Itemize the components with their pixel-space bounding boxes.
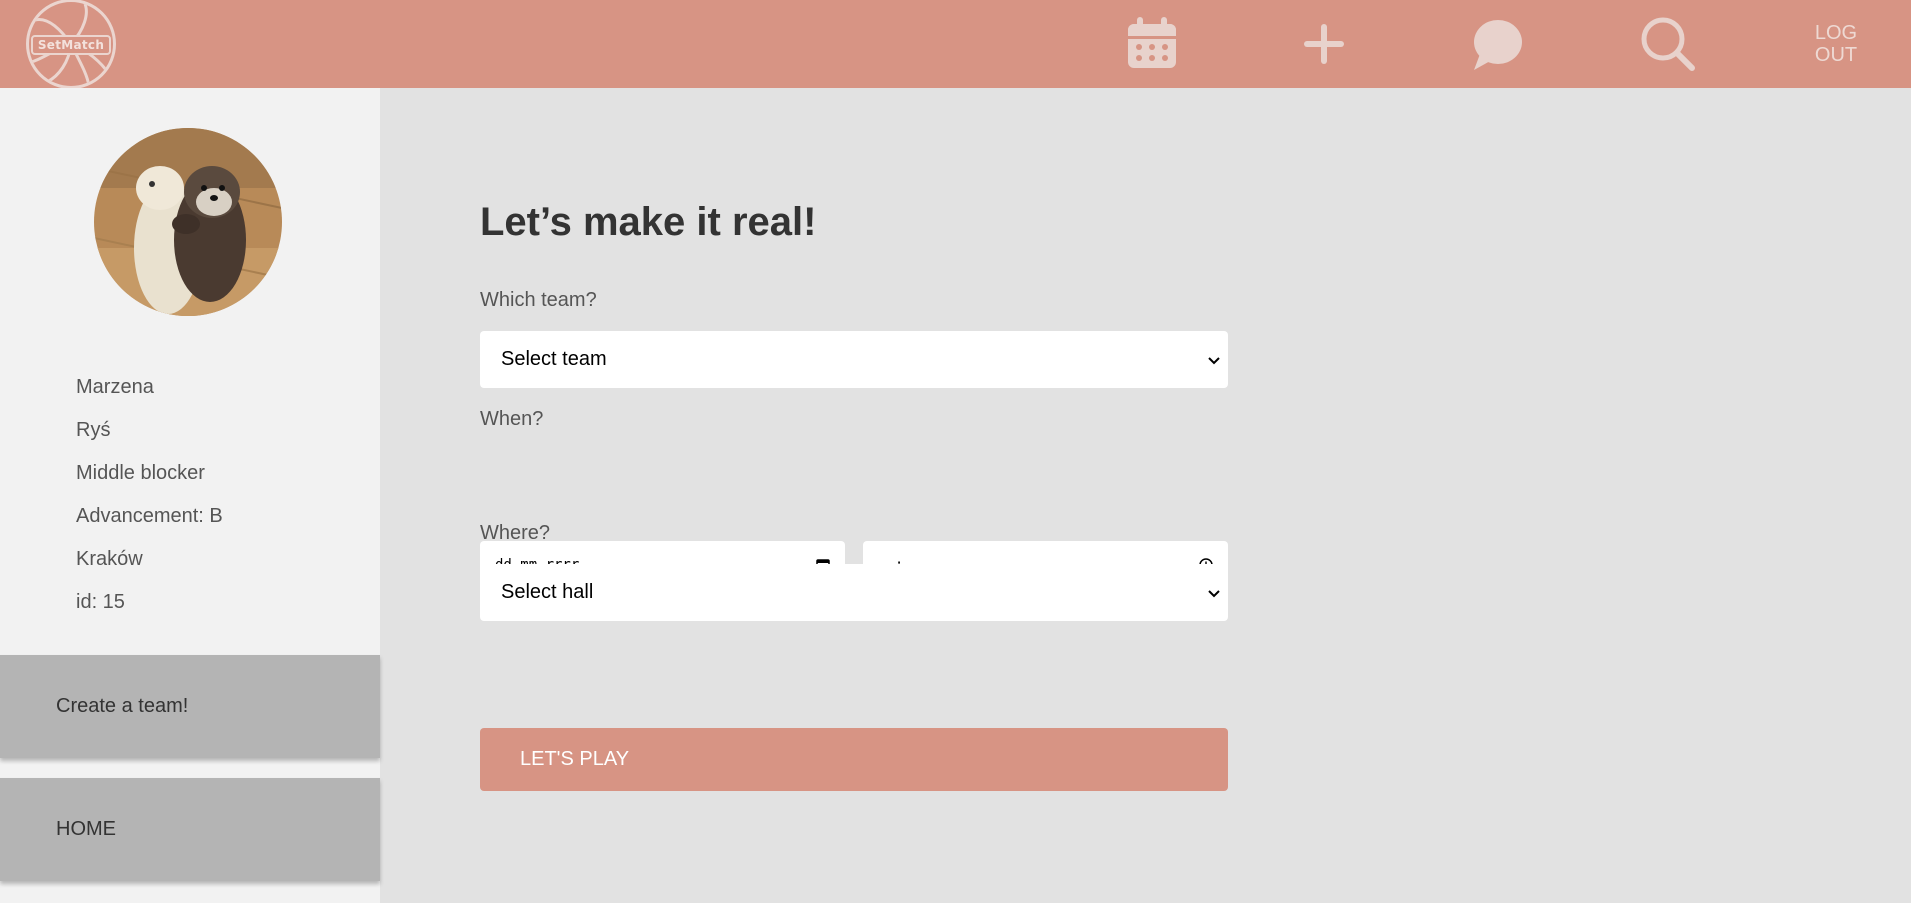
calendar-icon[interactable] — [1122, 14, 1182, 74]
logout-label-line1: LOG — [1814, 22, 1858, 44]
hall-select[interactable]: Select hall — [480, 564, 1228, 621]
hall-select-value: Select hall — [501, 581, 594, 603]
logout-label-line2: OUT — [1814, 44, 1858, 66]
where-label: Where? — [480, 522, 551, 544]
logo-text: SetMatch — [31, 35, 111, 55]
when-label: When? — [480, 408, 544, 430]
main-content: Let’s make it real! Which team? Select t… — [380, 88, 1911, 903]
chevron-down-icon — [1208, 590, 1220, 598]
plus-icon[interactable] — [1294, 14, 1354, 74]
profile-advancement: Advancement: B — [76, 505, 223, 527]
logout-button[interactable]: LOG OUT — [1812, 22, 1860, 66]
otter-photo — [94, 128, 282, 316]
avatar — [94, 128, 282, 316]
home-button[interactable]: HOME — [0, 778, 380, 881]
chevron-down-icon — [1208, 357, 1220, 365]
lets-play-button[interactable]: LET'S PLAY — [480, 728, 1228, 791]
top-navigation-bar: SetMatch LOG OUT — [0, 0, 1911, 89]
setmatch-logo[interactable]: SetMatch — [26, 0, 116, 89]
page-title: Let’s make it real! — [480, 200, 817, 244]
profile-last-name: Ryś — [76, 419, 111, 441]
search-icon[interactable] — [1638, 14, 1698, 74]
profile-id: id: 15 — [76, 591, 125, 613]
profile-position: Middle blocker — [76, 462, 205, 484]
team-select[interactable]: Select team — [480, 331, 1228, 388]
profile-details: Marzena Ryś Middle blocker Advancement: … — [76, 376, 223, 634]
create-team-button[interactable]: Create a team! — [0, 655, 380, 758]
profile-city: Kraków — [76, 548, 143, 570]
profile-sidebar: Marzena Ryś Middle blocker Advancement: … — [0, 88, 380, 903]
team-label: Which team? — [480, 289, 597, 311]
team-select-value: Select team — [501, 348, 607, 370]
profile-first-name: Marzena — [76, 376, 154, 398]
chat-icon[interactable] — [1466, 14, 1526, 74]
